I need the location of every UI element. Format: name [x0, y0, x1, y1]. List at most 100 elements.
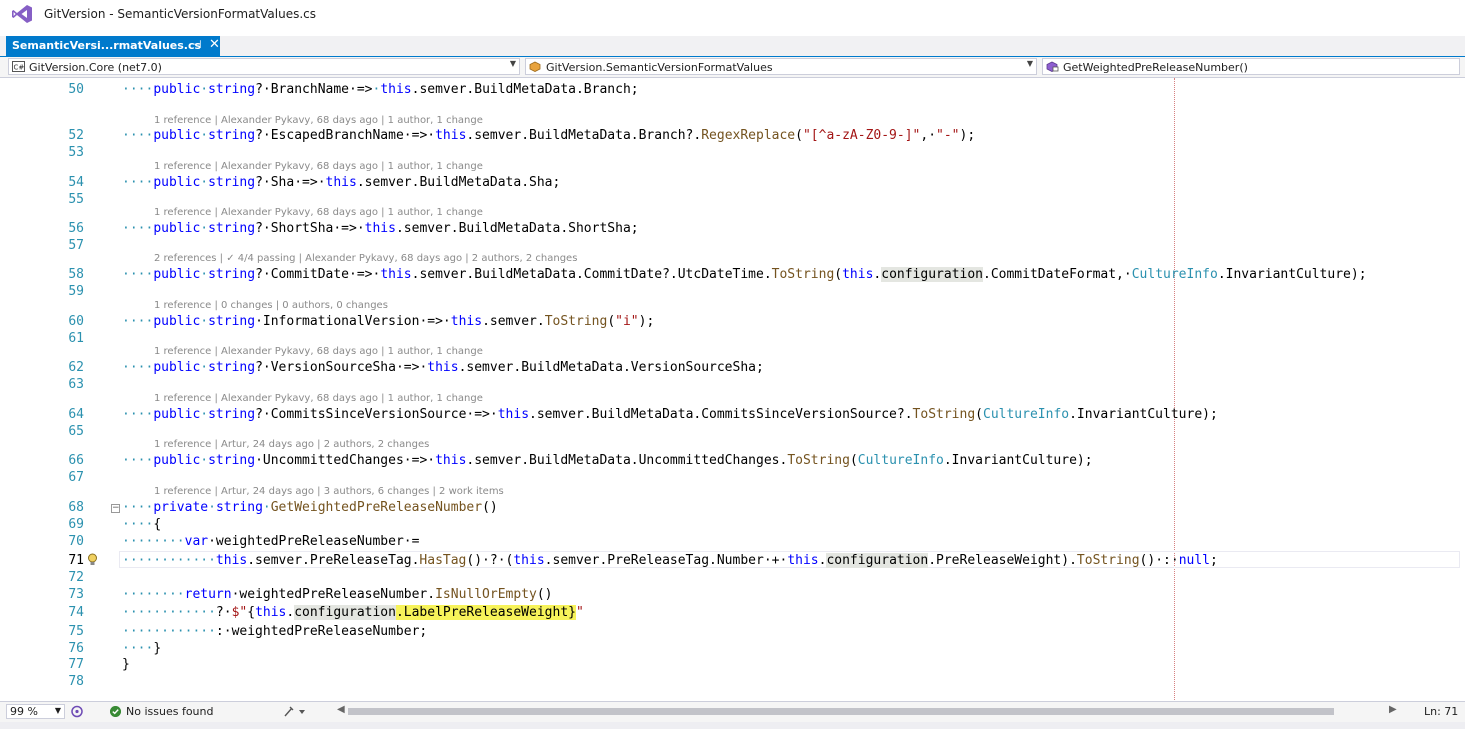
code-token: ·: [200, 267, 209, 282]
code-line[interactable]: ········return·weightedPreReleaseNumber.…: [122, 587, 553, 602]
line-number: 73: [68, 587, 84, 602]
codelens-info[interactable]: 2 references | ✓ 4/4 passing | Alexander…: [154, 253, 577, 264]
line-number: 77: [68, 657, 84, 672]
lightbulb-icon[interactable]: [87, 553, 98, 566]
code-token: private: [153, 500, 209, 515]
member-dropdown-value: GetWeightedPreReleaseNumber(): [1063, 61, 1248, 74]
code-line[interactable]: ····public·string?·ShortSha·=>·this.semv…: [122, 221, 639, 236]
codelens-info[interactable]: 1 reference | Artur, 24 days ago | 3 aut…: [154, 486, 504, 497]
code-token: {: [247, 605, 256, 620]
code-line[interactable]: ····private·string·GetWeightedPreRelease…: [122, 500, 498, 515]
code-line[interactable]: ············?·$"{this.configuration.Labe…: [122, 605, 584, 620]
code-token: .InvariantCulture);: [1069, 407, 1218, 422]
class-icon: [529, 61, 541, 72]
pin-icon[interactable]: ⊣: [192, 38, 202, 51]
code-token: ·weightedPreReleaseNumber·=: [208, 534, 420, 549]
code-token: ·: [208, 500, 216, 515]
code-cleanup-icon[interactable]: [283, 705, 307, 718]
code-token: ·: [200, 360, 209, 375]
code-line[interactable]: ········var·weightedPreReleaseNumber·=: [122, 534, 419, 549]
code-line[interactable]: }: [122, 657, 130, 672]
code-token: ········: [122, 534, 185, 549]
code-token: ?·CommitDate·=>·: [255, 267, 381, 282]
line-number: 67: [68, 470, 84, 485]
code-line[interactable]: ····public·string?·BranchName·=>·this.se…: [122, 82, 639, 97]
codelens-info[interactable]: 1 reference | Alexander Pykavy, 68 days …: [154, 207, 483, 218]
code-line[interactable]: ····public·string?·Sha·=>·this.semver.Bu…: [122, 175, 560, 190]
collapse-toggle[interactable]: −: [111, 504, 120, 513]
code-token: ToString: [912, 407, 976, 422]
code-token: .PreReleaseWeight).: [928, 553, 1077, 568]
code-token: string: [208, 267, 256, 282]
code-token: "-": [936, 128, 960, 143]
code-token: this: [380, 82, 412, 97]
zoom-dropdown[interactable]: 99 % ▼: [6, 704, 65, 719]
code-line[interactable]: ····public·string·InformationalVersion·=…: [122, 314, 654, 329]
code-token: HasTag: [419, 553, 467, 568]
line-number: 66: [68, 453, 84, 468]
codelens-info[interactable]: 1 reference | Alexander Pykavy, 68 days …: [154, 393, 483, 404]
copilot-icon[interactable]: [70, 705, 84, 718]
code-token: ToString: [787, 453, 850, 468]
code-token: string: [208, 82, 256, 97]
code-line[interactable]: ····}: [122, 641, 161, 656]
code-token: .InvariantCulture);: [943, 453, 1093, 468]
line-number: 58: [68, 267, 84, 282]
code-token: this: [427, 360, 459, 375]
code-line[interactable]: ····public·string?·CommitDate·=>·this.se…: [122, 267, 1367, 282]
code-token: GetWeightedPreReleaseNumber: [270, 500, 483, 515]
codelens-info[interactable]: 1 reference | Alexander Pykavy, 68 days …: [154, 161, 483, 172]
code-token: ·: [200, 453, 209, 468]
code-token: .semver.BuildMetaData.VersionSourceSha;: [458, 360, 764, 375]
member-dropdown[interactable]: GetWeightedPreReleaseNumber(): [1042, 58, 1460, 75]
line-number: 64: [68, 407, 84, 422]
code-token: public: [153, 267, 201, 282]
code-token: ·: [200, 221, 209, 236]
code-line[interactable]: ············:·weightedPreReleaseNumber;: [122, 624, 427, 639]
chevron-down-icon: ▼: [1026, 59, 1033, 68]
code-token: ()·:·: [1139, 553, 1179, 568]
code-token: (: [849, 453, 858, 468]
type-dropdown[interactable]: GitVersion.SemanticVersionFormatValues ▼: [525, 58, 1037, 75]
project-dropdown-value: GitVersion.Core (net7.0): [29, 61, 162, 74]
code-line[interactable]: ····public·string?·EscapedBranchName·=>·…: [122, 128, 975, 143]
codelens-info[interactable]: 1 reference | Artur, 24 days ago | 2 aut…: [154, 439, 429, 450]
code-token: (: [975, 407, 983, 422]
code-line[interactable]: ············this.semver.PreReleaseTag.Ha…: [122, 553, 1218, 568]
code-token: this: [325, 175, 357, 190]
code-token: ·InformationalVersion·=>·: [255, 314, 451, 329]
code-line[interactable]: ····public·string?·CommitsSinceVersionSo…: [122, 407, 1218, 422]
code-token: .semver.BuildMetaData.ShortSha;: [395, 221, 639, 236]
line-number: 78: [68, 674, 84, 689]
code-token: .CommitDateFormat,·: [983, 267, 1132, 282]
code-line[interactable]: ····public·string·UncommittedChanges·=>·…: [122, 453, 1093, 468]
code-token: configuration: [826, 553, 929, 568]
line-number: 68: [68, 500, 84, 515]
code-token: ····: [122, 175, 154, 190]
csharp-project-icon: C#: [12, 61, 25, 72]
method-icon: [1046, 61, 1059, 72]
line-number: 62: [68, 360, 84, 375]
close-icon[interactable]: ✕: [209, 37, 220, 52]
code-line[interactable]: ····{: [122, 517, 161, 532]
code-token: var: [184, 534, 209, 549]
code-token: ····: [122, 407, 154, 422]
scroll-left-icon[interactable]: ◀: [337, 704, 345, 715]
tab-semantic-version-format-values[interactable]: SemanticVersi...rmatValues.cs ⊣ ✕: [6, 36, 220, 56]
code-token: ;: [1210, 553, 1218, 568]
codelens-info[interactable]: 1 reference | 0 changes | 0 authors, 0 c…: [154, 300, 388, 311]
horizontal-scrollbar[interactable]: [348, 708, 1334, 715]
code-editor[interactable]: − 1 reference | Alexander Pykavy, 68 day…: [0, 78, 1465, 700]
code-token: ·: [200, 314, 209, 329]
code-token: IsNullOrEmpty: [435, 587, 537, 602]
code-token: public: [153, 314, 201, 329]
codelens-info[interactable]: 1 reference | Alexander Pykavy, 68 days …: [154, 115, 483, 126]
code-token: ?·Sha·=>·: [255, 175, 326, 190]
codelens-info[interactable]: 1 reference | Alexander Pykavy, 68 days …: [154, 346, 483, 357]
project-dropdown[interactable]: C# GitVersion.Core (net7.0) ▼: [8, 58, 520, 75]
scroll-right-icon[interactable]: ▶: [1389, 704, 1397, 715]
code-line[interactable]: ····public·string?·VersionSourceSha·=>·t…: [122, 360, 764, 375]
code-token: ·: [200, 407, 209, 422]
code-token: public: [153, 82, 201, 97]
code-token: ?·: [215, 605, 232, 620]
